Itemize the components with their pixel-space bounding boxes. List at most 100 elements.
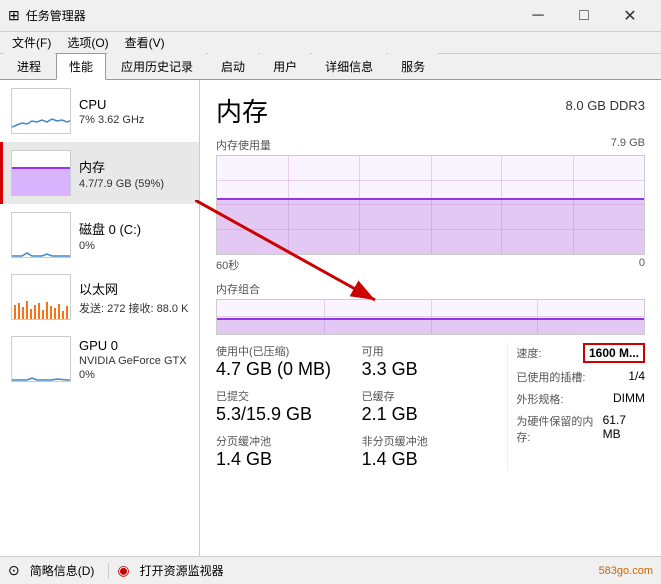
main-usage-chart bbox=[216, 155, 645, 255]
tab-services[interactable]: 服务 bbox=[388, 53, 438, 79]
chart-top-label: 内存使用量 bbox=[216, 137, 271, 153]
disk-label: 磁盘 0 (C:) bbox=[79, 219, 191, 238]
chart-time-right: 0 bbox=[639, 257, 645, 273]
gpu-label: GPU 0 bbox=[79, 338, 191, 353]
stat-slots: 已使用的插槽: 1/4 bbox=[516, 369, 645, 385]
cached-value: 2.1 GB bbox=[362, 404, 500, 425]
tab-process[interactable]: 进程 bbox=[4, 53, 54, 79]
detail-header: 内存 8.0 GB DDR3 bbox=[216, 92, 645, 129]
tab-bar: 进程 性能 应用历史记录 启动 用户 详细信息 服务 bbox=[0, 54, 661, 80]
chart-fill bbox=[217, 200, 644, 254]
tab-details[interactable]: 详细信息 bbox=[312, 53, 386, 79]
nonpaged-label: 非分页缓冲池 bbox=[362, 433, 500, 449]
minimize-button[interactable]: ─ bbox=[515, 0, 561, 32]
slots-value: 1/4 bbox=[628, 369, 645, 385]
tab-users[interactable]: 用户 bbox=[260, 53, 310, 79]
committed-label: 已提交 bbox=[216, 388, 354, 404]
menu-options[interactable]: 选项(O) bbox=[59, 32, 116, 53]
nonpaged-value: 1.4 GB bbox=[362, 449, 500, 470]
monitor-icon: ◉ bbox=[117, 562, 129, 579]
cached-label: 已缓存 bbox=[362, 388, 500, 404]
chart-top-right: 7.9 GB bbox=[611, 137, 645, 153]
paged-value: 1.4 GB bbox=[216, 449, 354, 470]
main-content: CPU 7% 3.62 GHz 内存 4.7/7.9 GB (59%) bbox=[0, 80, 661, 556]
memory-value: 4.7/7.9 GB (59%) bbox=[79, 178, 191, 190]
cpu-mini-chart bbox=[11, 88, 71, 134]
sidebar-item-cpu[interactable]: CPU 7% 3.62 GHz bbox=[0, 80, 199, 142]
maximize-button[interactable]: □ bbox=[561, 0, 607, 32]
watermark: 583go.com bbox=[599, 565, 653, 577]
combo-chart bbox=[216, 299, 645, 335]
status-divider bbox=[108, 563, 109, 579]
open-monitor-button[interactable]: 打开资源监视器 bbox=[134, 560, 230, 581]
network-label: 以太网 bbox=[79, 279, 191, 298]
monitor-label: 打开资源监视器 bbox=[140, 562, 224, 579]
col-left: 使用中(已压缩) 4.7 GB (0 MB) 已提交 5.3/15.9 GB 分… bbox=[216, 343, 354, 470]
speed-value: 1600 M... bbox=[583, 343, 645, 363]
gpu-info: GPU 0 NVIDIA GeForce GTX 0% bbox=[79, 338, 191, 381]
cpu-info: CPU 7% 3.62 GHz bbox=[79, 97, 191, 126]
network-mini-chart bbox=[11, 274, 71, 320]
tab-history[interactable]: 应用历史记录 bbox=[108, 53, 206, 79]
combo-line bbox=[217, 318, 644, 320]
used-label: 使用中(已压缩) bbox=[216, 343, 354, 359]
committed-value: 5.3/15.9 GB bbox=[216, 404, 354, 425]
available-value: 3.3 GB bbox=[362, 359, 500, 380]
menu-file[interactable]: 文件(F) bbox=[4, 32, 59, 53]
col-right: 速度: 1600 M... 已使用的插槽: 1/4 外形规格: DIMM 为硬件… bbox=[507, 343, 645, 470]
brief-label: 简略信息(D) bbox=[30, 562, 95, 579]
memory-info: 内存 4.7/7.9 GB (59%) bbox=[79, 157, 191, 190]
network-value: 发送: 272 接收: 88.0 K bbox=[79, 300, 191, 316]
sidebar-item-network[interactable]: 以太网 发送: 272 接收: 88.0 K bbox=[0, 266, 199, 328]
form-value: DIMM bbox=[613, 391, 645, 407]
memory-label: 内存 bbox=[79, 157, 191, 176]
stat-nonpaged: 非分页缓冲池 1.4 GB bbox=[362, 433, 500, 470]
detail-title: 内存 bbox=[216, 92, 268, 129]
app-icon: ⊞ bbox=[8, 7, 20, 24]
stat-form: 外形规格: DIMM bbox=[516, 391, 645, 407]
gpu-mini-chart bbox=[11, 336, 71, 382]
brief-info-button[interactable]: 简略信息(D) bbox=[24, 560, 101, 581]
combo-fill bbox=[217, 320, 644, 334]
paged-label: 分页缓冲池 bbox=[216, 433, 354, 449]
stat-cached: 已缓存 2.1 GB bbox=[362, 388, 500, 425]
reserved-label: 为硬件保留的内存: bbox=[516, 413, 602, 445]
sidebar-item-disk[interactable]: 磁盘 0 (C:) 0% bbox=[0, 204, 199, 266]
usage-chart-section: 内存使用量 7.9 GB 60秒 0 bbox=[216, 137, 645, 273]
stat-committed: 已提交 5.3/15.9 GB bbox=[216, 388, 354, 425]
title-controls: ─ □ ✕ bbox=[515, 0, 653, 32]
col-middle: 可用 3.3 GB 已缓存 2.1 GB 非分页缓冲池 1.4 GB bbox=[362, 343, 500, 470]
close-button[interactable]: ✕ bbox=[607, 0, 653, 32]
cpu-label: CPU bbox=[79, 97, 191, 112]
disk-info: 磁盘 0 (C:) 0% bbox=[79, 219, 191, 252]
sidebar-item-gpu[interactable]: GPU 0 NVIDIA GeForce GTX 0% bbox=[0, 328, 199, 390]
detail-panel: 内存 8.0 GB DDR3 内存使用量 7.9 GB bbox=[200, 80, 661, 556]
chart-label-row: 内存使用量 7.9 GB bbox=[216, 137, 645, 153]
tab-performance[interactable]: 性能 bbox=[56, 53, 106, 80]
stat-used: 使用中(已压缩) 4.7 GB (0 MB) bbox=[216, 343, 354, 380]
chart-line bbox=[217, 198, 644, 200]
sidebar: CPU 7% 3.62 GHz 内存 4.7/7.9 GB (59%) bbox=[0, 80, 200, 556]
chart-time-row: 60秒 0 bbox=[216, 257, 645, 273]
tab-startup[interactable]: 启动 bbox=[208, 53, 258, 79]
speed-label: 速度: bbox=[516, 345, 541, 361]
status-bar: ⊙ 简略信息(D) ◉ 打开资源监视器 583go.com bbox=[0, 556, 661, 584]
gpu-model: NVIDIA GeForce GTX bbox=[79, 355, 191, 367]
disk-mini-chart bbox=[11, 212, 71, 258]
slots-label: 已使用的插槽: bbox=[516, 369, 585, 385]
form-label: 外形规格: bbox=[516, 391, 563, 407]
detail-subtitle: 8.0 GB DDR3 bbox=[566, 98, 645, 113]
stat-available: 可用 3.3 GB bbox=[362, 343, 500, 380]
app-title: 任务管理器 bbox=[26, 7, 515, 24]
sidebar-item-memory[interactable]: 内存 4.7/7.9 GB (59%) bbox=[0, 142, 199, 204]
menu-bar: 文件(F) 选项(O) 查看(V) bbox=[0, 32, 661, 54]
chart-time-left: 60秒 bbox=[216, 257, 239, 273]
reserved-value: 61.7 MB bbox=[603, 413, 645, 445]
status-left: ⊙ 简略信息(D) ◉ 打开资源监视器 bbox=[8, 560, 599, 581]
disk-value: 0% bbox=[79, 240, 191, 252]
expand-icon: ⊙ bbox=[8, 562, 20, 579]
combo-section: 内存组合 bbox=[216, 281, 645, 335]
stat-speed: 速度: 1600 M... bbox=[516, 343, 645, 363]
menu-view[interactable]: 查看(V) bbox=[117, 32, 173, 53]
gpu-percent: 0% bbox=[79, 369, 191, 381]
